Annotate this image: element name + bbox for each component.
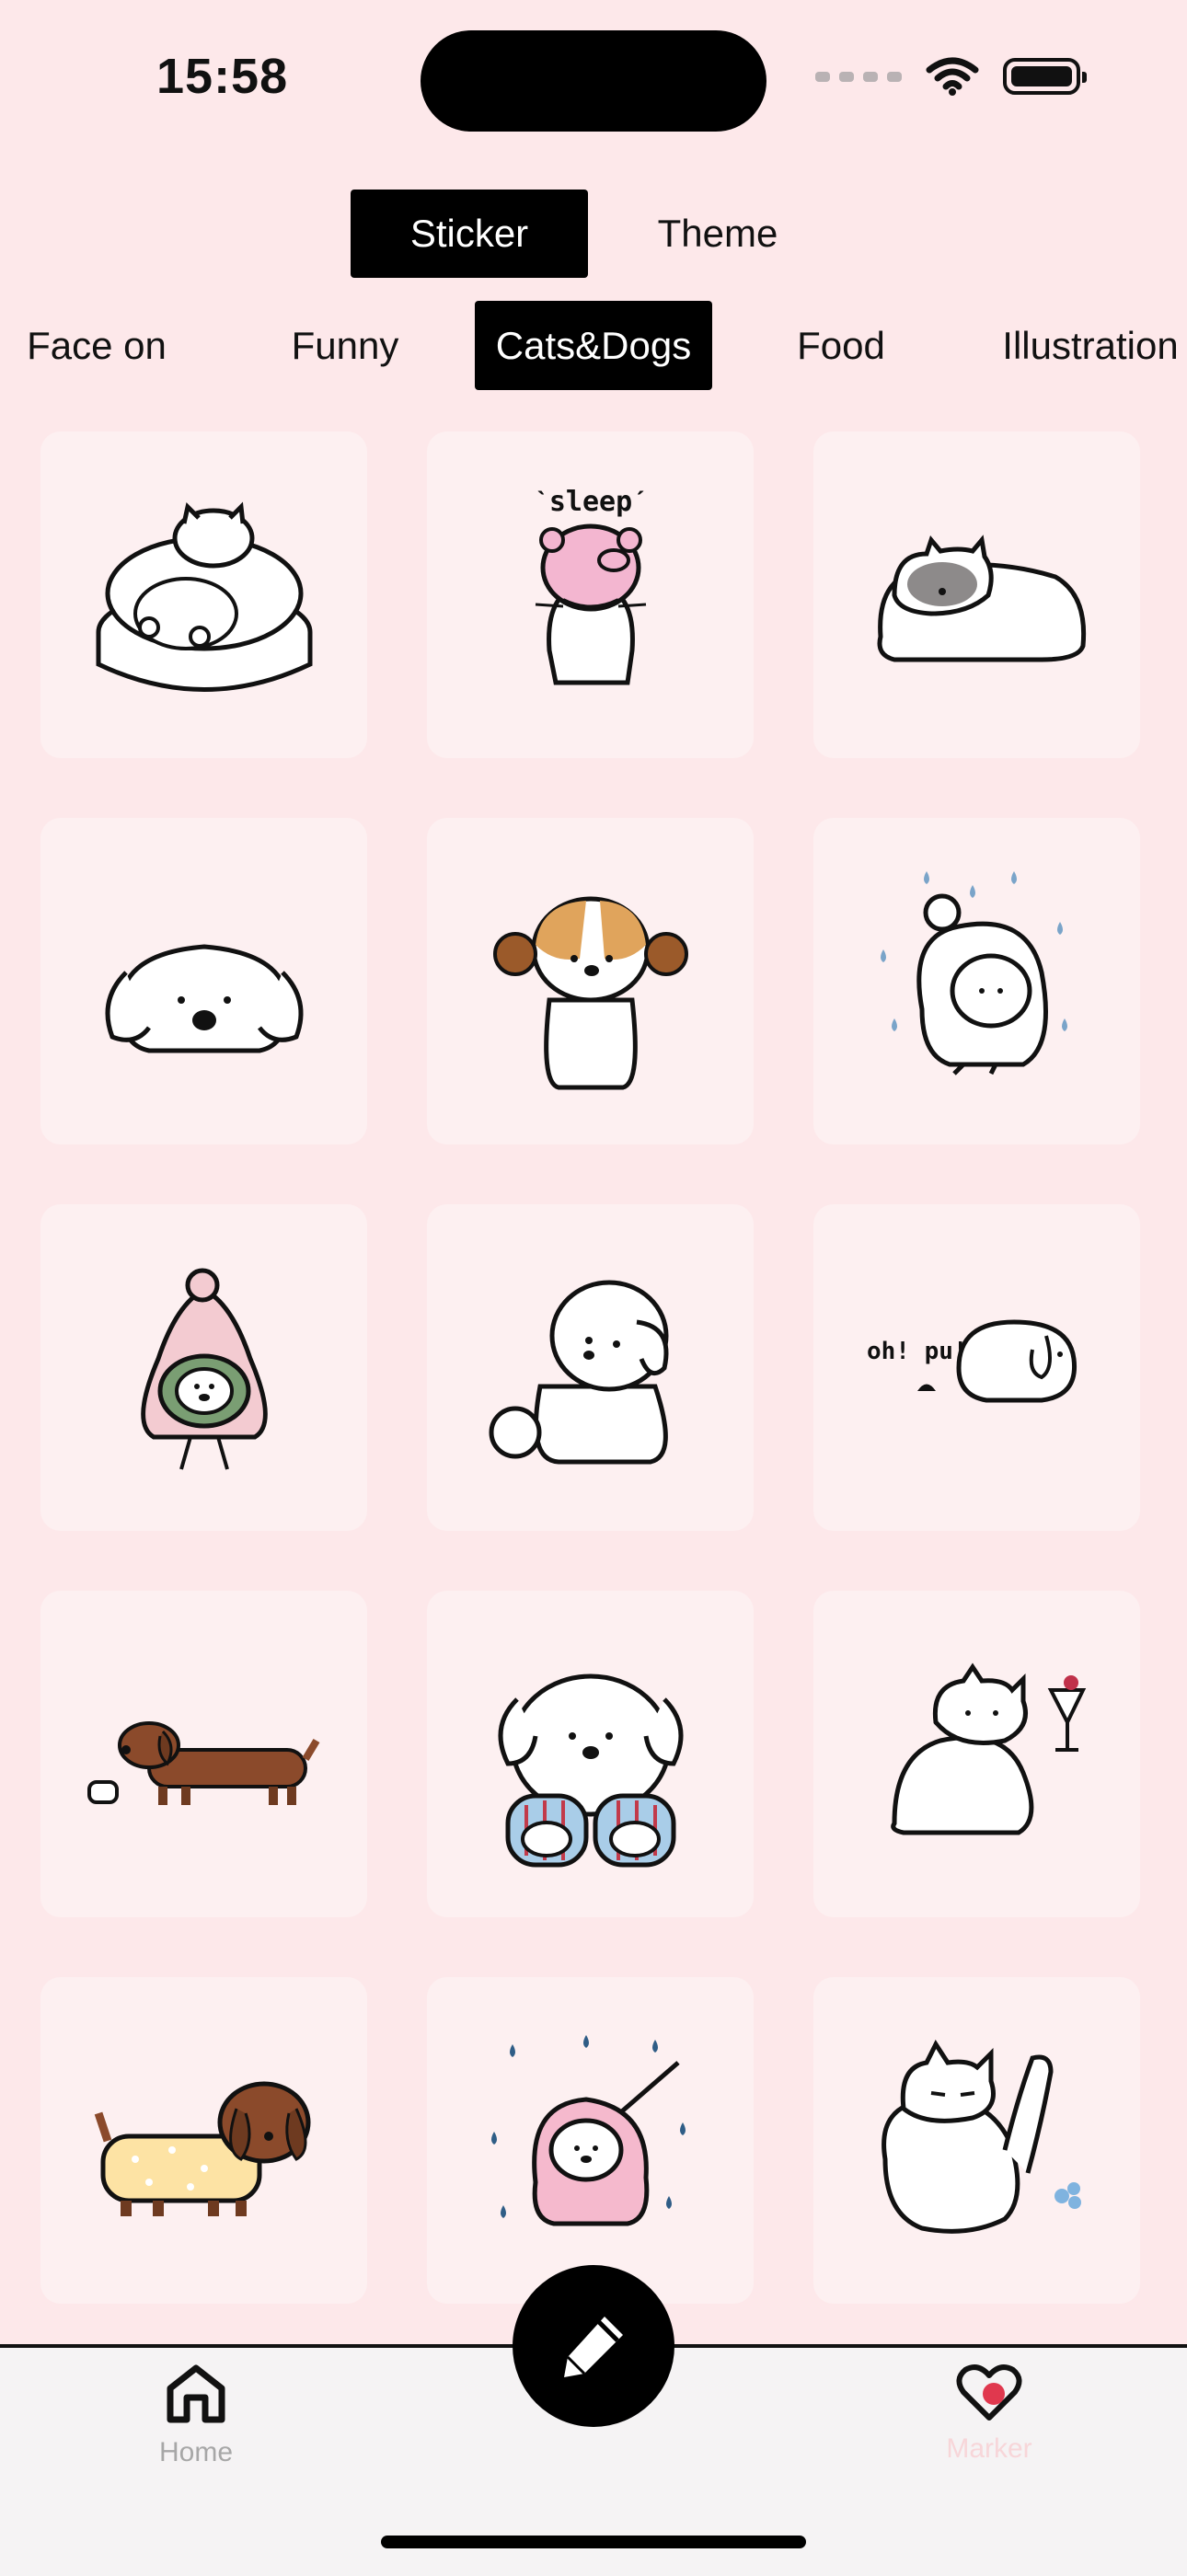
dynamic-island	[421, 30, 766, 132]
dog-hooded-in-rain-icon	[880, 870, 1067, 1075]
gray-face-cat-lying-icon	[877, 534, 1086, 661]
cat-with-cocktail-icon	[890, 1662, 1086, 1834]
sticker-card[interactable]	[427, 818, 754, 1144]
sticker-card[interactable]	[40, 818, 367, 1144]
sticker-card[interactable]	[40, 1977, 367, 2304]
edit-button[interactable]	[513, 2265, 674, 2427]
sleeping-cat-pig-hat-icon: ˋsleepˊ	[532, 486, 649, 684]
dachshund-with-bowl-icon	[86, 1720, 319, 1805]
tab-marker-label: Marker	[946, 2433, 1032, 2464]
fluffy-white-dog-sitting-icon	[489, 1280, 668, 1464]
wifi-icon	[926, 57, 979, 96]
mode-tabs: Sticker Theme	[0, 190, 1187, 278]
status-indicators	[815, 57, 1087, 96]
tab-home-label: Home	[158, 2437, 234, 2467]
dog-in-pink-hood-icon	[140, 1268, 268, 1470]
cat-stretching-leg-icon	[881, 2039, 1081, 2234]
sticker-card[interactable]	[427, 1591, 754, 1917]
sticker-card[interactable]: oh! pu!	[813, 1204, 1140, 1531]
category-tabs: Face on Funny Cats&Dogs Food Illustratio…	[0, 301, 1187, 390]
dachshund-yellow-sweater-icon	[94, 2081, 310, 2216]
heart-icon	[956, 2364, 1022, 2421]
white-dog-lying-icon	[105, 943, 303, 1052]
battery-icon	[1003, 58, 1087, 95]
pencil-icon	[564, 2317, 623, 2377]
sticker-text-sleep: ˋsleepˊ	[532, 486, 648, 518]
sticker-card[interactable]	[813, 1977, 1140, 2304]
category-funny[interactable]: Funny	[260, 301, 430, 390]
status-time: 15:58	[156, 49, 289, 104]
sticker-card[interactable]	[813, 431, 1140, 758]
tab-theme[interactable]: Theme	[626, 190, 810, 278]
dog-oh-pu-icon: oh! pu!	[867, 1318, 1077, 1402]
tab-marker[interactable]: Marker	[929, 2361, 1049, 2465]
dog-with-earmuffs-icon	[492, 896, 688, 1089]
sticker-card[interactable]	[40, 431, 367, 758]
category-food[interactable]: Food	[758, 301, 924, 390]
category-face-on[interactable]: Face on	[0, 301, 193, 390]
home-icon	[167, 2364, 225, 2423]
category-cats-dogs[interactable]: Cats&Dogs	[475, 301, 712, 390]
cellular-signal-icon	[815, 71, 902, 82]
tab-sticker[interactable]: Sticker	[351, 190, 588, 278]
category-illustration[interactable]: Illustration	[985, 301, 1187, 390]
tab-home[interactable]: Home	[138, 2361, 254, 2468]
sticker-card[interactable]	[813, 818, 1140, 1144]
sticker-card[interactable]	[427, 1204, 754, 1531]
sticker-text-oh-pu: oh! pu!	[867, 1338, 968, 1365]
sticker-card[interactable]	[40, 1591, 367, 1917]
sticker-card[interactable]	[40, 1204, 367, 1531]
sticker-card[interactable]	[813, 1591, 1140, 1917]
dog-pink-raincoat-umbrella-icon	[490, 2034, 686, 2225]
home-indicator	[381, 2536, 806, 2548]
sticker-card[interactable]: ˋsleepˊ	[427, 431, 754, 758]
sticker-card[interactable]	[427, 1977, 754, 2304]
dog-in-slippers-icon	[498, 1673, 683, 1867]
cat-in-bed-icon	[96, 501, 312, 692]
